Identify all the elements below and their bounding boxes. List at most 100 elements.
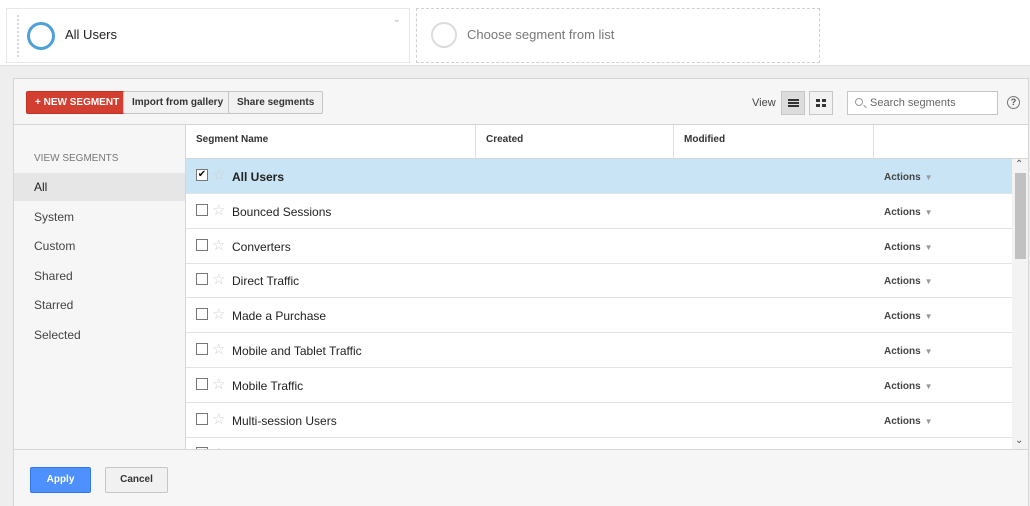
row-checkbox[interactable]	[196, 273, 208, 286]
segment-name[interactable]: Made a Purchase	[232, 309, 326, 323]
actions-label: Actions	[884, 241, 921, 253]
segment-name[interactable]: Mobile Traffic	[232, 379, 303, 393]
caret-down-icon: ▼	[924, 242, 933, 252]
row-checkbox[interactable]	[196, 343, 208, 355]
caret-down-icon: ▼	[924, 312, 933, 322]
actions-menu[interactable]: Actions ▼	[884, 172, 933, 183]
star-icon[interactable]: ☆	[212, 270, 225, 288]
actions-label: Actions	[884, 415, 921, 427]
segment-name[interactable]: Mobile and Tablet Traffic	[232, 344, 362, 358]
sidebar-item-selected[interactable]: Selected	[14, 321, 185, 349]
actions-menu[interactable]: Actions ▼	[884, 242, 933, 253]
table-row[interactable]: ☆ Mobile and Tablet Traffic Actions ▼	[186, 333, 1012, 368]
search-icon	[855, 98, 863, 106]
empty-segment-ring-icon	[431, 22, 457, 48]
actions-label: Actions	[884, 346, 921, 357]
view-segments-sidebar: VIEW SEGMENTS All System Custom Shared S…	[14, 125, 186, 449]
table-row[interactable]: ☆ Multi-session Users Actions ▼	[186, 403, 1012, 438]
table-row[interactable]: ☆New UsersActions▼	[186, 437, 1012, 449]
sidebar-item-shared[interactable]: Shared	[14, 262, 185, 290]
view-label: View	[752, 97, 776, 109]
scroll-up-icon[interactable]: ⌃	[1015, 159, 1023, 170]
list-scrollbar[interactable]: ⌃ ⌄	[1012, 159, 1028, 449]
search-segments-box[interactable]	[847, 91, 998, 115]
column-created[interactable]: Created	[476, 125, 674, 159]
row-checkbox[interactable]: ✔	[196, 169, 208, 181]
actions-label: Actions	[884, 276, 921, 288]
grid-view-button[interactable]	[809, 91, 833, 115]
actions-label: Actions	[884, 172, 921, 183]
import-from-gallery-button[interactable]: Import from gallery	[123, 91, 233, 114]
star-icon[interactable]: ☆	[212, 166, 225, 184]
star-icon[interactable]: ☆	[212, 340, 225, 358]
sidebar-item-starred[interactable]: Starred	[14, 291, 185, 319]
segment-name[interactable]: All Users	[232, 170, 284, 184]
scroll-down-icon[interactable]: ⌄	[1015, 435, 1023, 446]
segment-name[interactable]: Multi-session Users	[232, 414, 337, 428]
actions-menu[interactable]: Actions ▼	[884, 207, 933, 218]
caret-down-icon: ▼	[924, 207, 933, 217]
actions-menu[interactable]: Actions ▼	[884, 381, 933, 392]
active-segment-label: All Users	[65, 27, 118, 42]
star-icon[interactable]: ☆	[212, 201, 225, 219]
actions-label: Actions	[884, 380, 921, 392]
star-icon[interactable]: ☆	[212, 375, 225, 393]
apply-button[interactable]: Apply	[30, 467, 91, 493]
cancel-button[interactable]: Cancel	[105, 467, 168, 493]
caret-down-icon: ▼	[924, 347, 933, 356]
segment-list: ✔ ☆ All Users Actions ▼ ☆ Bounced Sessions Acti…	[186, 159, 1012, 449]
row-checkbox[interactable]	[196, 412, 208, 425]
row-checkbox[interactable]	[196, 238, 208, 251]
scroll-thumb[interactable]	[1015, 173, 1026, 259]
active-segment-chip[interactable]: All Users ⌄	[6, 8, 410, 63]
panel-toolbar: + NEW SEGMENT Import from gallery Share …	[14, 79, 1028, 125]
star-icon[interactable]: ☆	[212, 305, 225, 323]
caret-down-icon: ▼	[924, 277, 933, 287]
sidebar-title: VIEW SEGMENTS	[34, 153, 119, 164]
search-input[interactable]	[870, 95, 994, 111]
list-view-button[interactable]	[781, 91, 805, 115]
actions-menu[interactable]: Actions ▼	[884, 416, 933, 427]
actions-label: Actions	[884, 206, 921, 218]
segment-name[interactable]: Direct Traffic	[232, 274, 299, 288]
star-icon[interactable]: ☆	[212, 410, 225, 428]
actions-menu[interactable]: Actions ▼	[884, 311, 933, 322]
sidebar-item-custom[interactable]: Custom	[14, 232, 185, 260]
table-row[interactable]: ☆ Made a Purchase Actions ▼	[186, 298, 1012, 334]
row-checkbox[interactable]	[196, 377, 208, 390]
column-modified[interactable]: Modified	[674, 125, 874, 159]
column-segment-name[interactable]: Segment Name	[186, 125, 476, 159]
help-icon[interactable]: ?	[1007, 96, 1020, 109]
empty-segment-slot[interactable]: Choose segment from list	[416, 8, 820, 63]
segment-name[interactable]: Converters	[232, 240, 291, 254]
table-row[interactable]: ☆ Mobile Traffic Actions ▼	[186, 368, 1012, 403]
sidebar-item-system[interactable]: System	[14, 203, 185, 231]
drag-handle-icon[interactable]	[17, 15, 20, 57]
list-view-icon	[788, 99, 799, 107]
segment-name[interactable]: Bounced Sessions	[232, 205, 331, 219]
share-segments-button[interactable]: Share segments	[228, 91, 324, 114]
row-checkbox[interactable]	[196, 308, 208, 321]
empty-segment-placeholder: Choose segment from list	[467, 27, 615, 42]
table-row[interactable]: ☆ Direct Traffic Actions ▼	[186, 263, 1012, 299]
sidebar-item-all[interactable]: All	[14, 173, 185, 201]
segment-panel: + NEW SEGMENT Import from gallery Share …	[13, 78, 1029, 506]
row-checkbox[interactable]	[196, 203, 208, 216]
actions-label: Actions	[884, 311, 921, 323]
panel-footer: Apply Cancel	[14, 449, 1028, 506]
table-header: Segment Name Created Modified	[186, 125, 1028, 159]
segment-bar: All Users ⌄ Choose segment from list	[0, 0, 1030, 66]
chevron-down-icon[interactable]: ⌄	[393, 14, 401, 25]
actions-menu[interactable]: Actions ▼	[884, 276, 933, 287]
table-row[interactable]: ☆ Bounced Sessions Actions ▼	[186, 194, 1012, 229]
table-row[interactable]: ✔ ☆ All Users Actions ▼	[186, 159, 1012, 194]
new-segment-button[interactable]: + NEW SEGMENT	[26, 91, 129, 114]
caret-down-icon: ▼	[924, 173, 933, 182]
actions-menu[interactable]: Actions ▼	[884, 346, 933, 357]
table-row[interactable]: ☆ Converters Actions ▼	[186, 229, 1012, 264]
caret-down-icon: ▼	[924, 416, 933, 426]
caret-down-icon: ▼	[924, 381, 933, 391]
grid-view-icon	[816, 99, 827, 108]
star-icon[interactable]: ☆	[212, 236, 225, 254]
segment-ring-icon	[27, 22, 55, 50]
